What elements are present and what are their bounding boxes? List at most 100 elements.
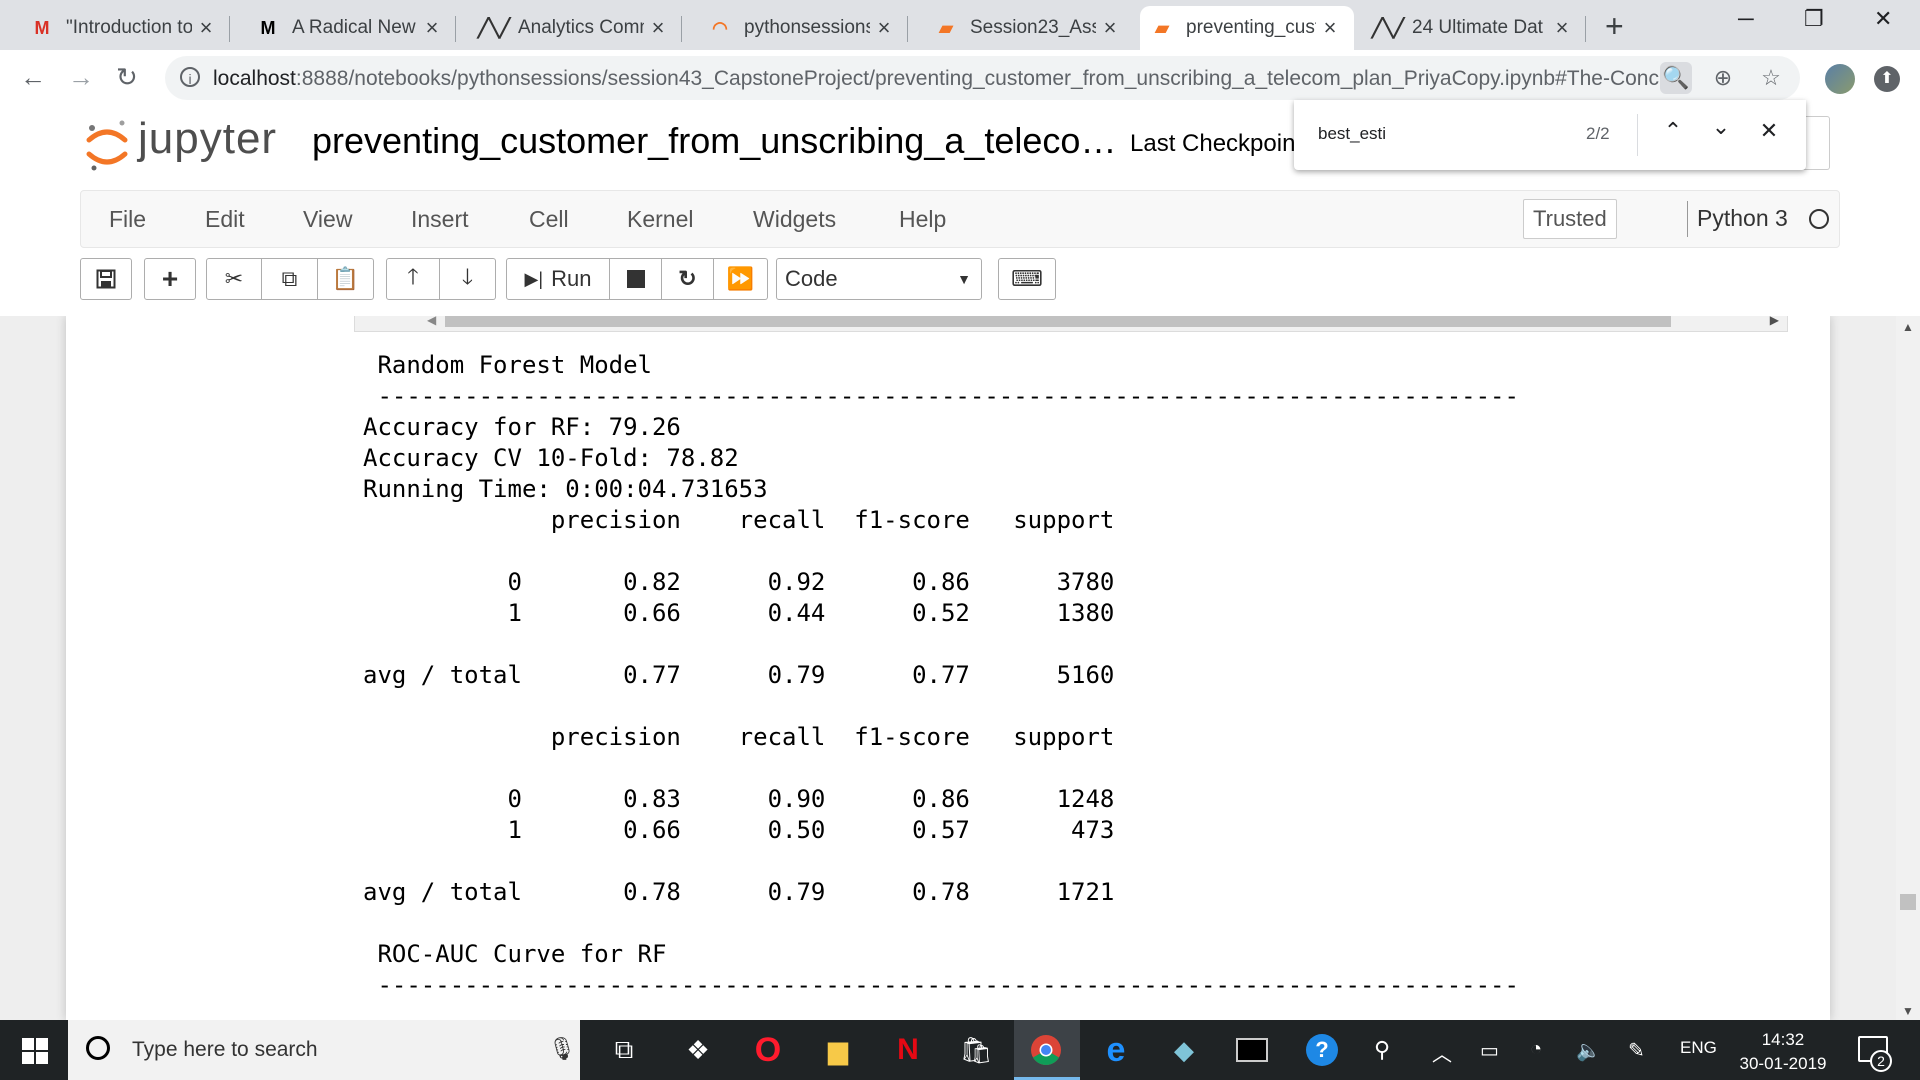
tab-close-icon[interactable]: × [1316, 15, 1344, 41]
browser-tab[interactable]: M "Introduction to × [20, 6, 230, 50]
menu-view[interactable]: View [303, 206, 352, 233]
move-down-button[interactable]: 🡓 [440, 258, 496, 300]
find-previous-icon[interactable]: ⌃ [1658, 118, 1688, 144]
scroll-right-icon[interactable]: ▶ [1770, 316, 1779, 327]
opera-icon[interactable]: O [748, 1030, 788, 1070]
reload-icon[interactable]: ↻ [116, 62, 138, 93]
microphone-icon[interactable]: 🎙 [548, 1036, 576, 1062]
edge-icon[interactable]: e [1096, 1030, 1136, 1070]
extension-icon[interactable]: ⬆ [1874, 66, 1900, 92]
browser-tab[interactable]: ╱╲╱ Analytics Comm × [472, 6, 682, 50]
restart-run-all-button[interactable]: ⏩ [714, 258, 768, 300]
windows-start-icon[interactable] [22, 1038, 48, 1064]
back-icon[interactable]: ← [20, 62, 46, 93]
people-icon[interactable]: ⚲ [1362, 1030, 1402, 1070]
jupyter-brand[interactable]: jupyter [138, 114, 277, 164]
move-up-button[interactable]: 🡑 [386, 258, 440, 300]
store-icon[interactable]: 🛍 [956, 1030, 996, 1070]
tab-separator [455, 16, 456, 42]
battery-icon[interactable]: ▭ [1480, 1038, 1499, 1063]
notebook-title[interactable]: preventing_customer_from_unscribing_a_te… [312, 120, 1116, 162]
tab-close-icon[interactable]: × [1548, 15, 1576, 41]
scroll-down-icon[interactable]: ▼ [1902, 1004, 1914, 1018]
forward-icon[interactable]: → [68, 62, 94, 93]
command-palette-button[interactable]: ⌨ [998, 258, 1056, 300]
chrome-icon[interactable] [1026, 1030, 1066, 1070]
menu-file[interactable]: File [109, 206, 146, 233]
bookmark-star-icon[interactable]: ☆ [1755, 62, 1787, 94]
profile-avatar[interactable] [1825, 64, 1855, 94]
help-icon[interactable]: ? [1302, 1030, 1342, 1070]
notepad-icon[interactable]: ◆ [1164, 1030, 1204, 1070]
new-tab-button[interactable]: + [1605, 8, 1624, 45]
kernel-name[interactable]: Python 3 [1697, 205, 1788, 232]
task-view-icon[interactable]: ⧉ [604, 1030, 644, 1070]
keyboard-icon: ⌨ [1011, 266, 1043, 291]
file-explorer-icon[interactable]: ▆ [818, 1030, 858, 1070]
vertical-scrollbar-thumb[interactable] [1900, 894, 1916, 910]
find-in-page-icon[interactable]: 🔍 [1660, 62, 1692, 94]
copy-button[interactable]: ⧉ [262, 258, 318, 300]
tab-close-icon[interactable]: × [870, 15, 898, 41]
menu-kernel[interactable]: Kernel [627, 206, 693, 233]
cut-button[interactable]: ✂ [206, 258, 262, 300]
restore-icon[interactable]: ❐ [1804, 6, 1824, 32]
dropbox-icon[interactable]: ❖ [678, 1030, 718, 1070]
minimize-icon[interactable]: ─ [1738, 6, 1754, 32]
find-close-icon[interactable]: ✕ [1754, 118, 1784, 144]
browser-tab[interactable]: ▰ preventing_cust × [1140, 6, 1354, 50]
system-clock[interactable]: 14:32 30-01-2019 [1728, 1028, 1838, 1076]
trusted-badge[interactable]: Trusted [1523, 199, 1617, 239]
output-horizontal-scrollbar[interactable]: ◀ ▶ [354, 316, 1788, 332]
address-bar[interactable]: i localhost:8888/notebooks/pythonsession… [165, 56, 1800, 100]
menu-help[interactable]: Help [899, 206, 946, 233]
pen-icon[interactable]: ✎ [1628, 1038, 1645, 1063]
page-vertical-scrollbar[interactable]: ▲ ▼ [1896, 316, 1920, 1020]
menu-cell[interactable]: Cell [529, 206, 569, 233]
scrollbar-thumb[interactable] [445, 316, 1671, 327]
browser-tab[interactable]: ◠ pythonsessions/× [698, 6, 908, 50]
volume-icon[interactable]: 🔈 [1576, 1038, 1601, 1063]
step-forward-icon: ▶︎| [524, 268, 544, 289]
restart-button[interactable]: ↻ [662, 258, 714, 300]
menu-insert[interactable]: Insert [411, 206, 469, 233]
tab-close-icon[interactable]: × [418, 15, 446, 41]
save-button[interactable] [80, 258, 132, 300]
scroll-left-icon[interactable]: ◀ [427, 316, 436, 327]
taskbar-search-box[interactable]: Type here to search 🎙 [68, 1020, 580, 1080]
menubar: File Edit View Insert Cell Kernel Widget… [80, 190, 1840, 248]
paste-button[interactable]: 📋 [318, 258, 374, 300]
close-window-icon[interactable]: ✕ [1874, 6, 1892, 32]
browser-tab[interactable]: ▰ Session23_Assig× [924, 6, 1134, 50]
netflix-icon[interactable]: N [888, 1030, 928, 1070]
zoom-icon[interactable]: ⊕ [1707, 62, 1739, 94]
cell-type-select[interactable]: Code ▼ [776, 258, 982, 300]
tray-chevron-up-icon[interactable]: ︿ [1432, 1038, 1452, 1067]
find-match-count: 2/2 [1586, 124, 1610, 143]
find-input[interactable]: best_esti [1318, 124, 1386, 144]
scroll-up-icon[interactable]: ▲ [1902, 320, 1914, 334]
interrupt-button[interactable] [610, 258, 662, 300]
menu-widgets[interactable]: Widgets [753, 206, 836, 233]
tab-title: Analytics Comm [518, 17, 644, 38]
tab-title: 24 Ultimate Dat [1412, 17, 1543, 38]
language-indicator[interactable]: ENG [1680, 1038, 1717, 1058]
run-button[interactable]: ▶︎| Run [506, 258, 610, 300]
browser-tab[interactable]: ╱╲╱ 24 Ultimate Dat × [1366, 6, 1586, 50]
notebook-container: ◀ ▶ Random Forest Model ----------------… [0, 316, 1920, 1020]
find-next-icon[interactable]: ⌄ [1706, 114, 1736, 140]
tab-title: pythonsessions/ [744, 17, 870, 38]
tab-close-icon[interactable]: × [1096, 15, 1124, 41]
tab-close-icon[interactable]: × [644, 15, 672, 41]
url-text[interactable]: localhost:8888/notebooks/pythonsessions/… [213, 67, 1673, 91]
menu-edit[interactable]: Edit [205, 206, 245, 233]
jupyter-logo-icon[interactable] [86, 118, 128, 174]
insert-cell-button[interactable]: + [144, 258, 196, 300]
wifi-icon[interactable]: ◔ [1530, 1038, 1542, 1061]
copy-icon: ⧉ [281, 266, 298, 291]
tab-title: A Radical New N [292, 17, 418, 38]
browser-tab[interactable]: M A Radical New N× [246, 6, 456, 50]
tab-close-icon[interactable]: × [192, 15, 220, 41]
terminal-icon[interactable] [1232, 1030, 1272, 1070]
info-icon[interactable]: i [180, 67, 200, 87]
